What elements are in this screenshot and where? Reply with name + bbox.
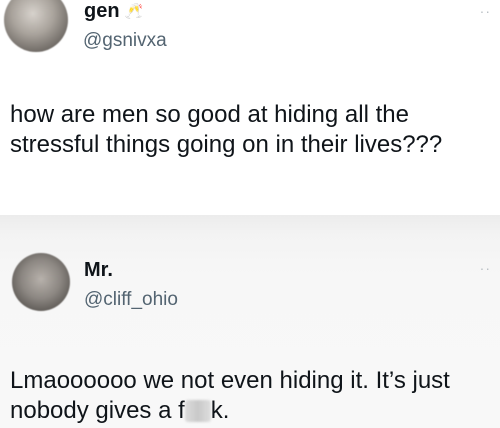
champagne-glasses-emoji-icon: 🥂 <box>124 3 144 20</box>
tweet-text: how are men so good at hiding all the st… <box>10 100 495 160</box>
user-handle[interactable]: @gsnivxa <box>83 30 167 52</box>
display-name[interactable]: gen 🥂 <box>84 0 143 23</box>
more-options-icon[interactable]: ·· <box>480 261 491 275</box>
user-handle[interactable]: @cliff_ohio <box>84 289 178 311</box>
user-avatar[interactable] <box>4 0 68 52</box>
tweet-text-line: how are men so good at hiding all the <box>10 101 409 128</box>
tweet-text-line: Lmaoooooo we not even hiding it. It’s ju… <box>10 367 450 394</box>
tweet-text-line: stressful things going on in their lives… <box>10 131 443 158</box>
display-name-text[interactable]: gen <box>84 0 120 22</box>
tweet-text-line: nobody gives a f k. <box>10 396 495 426</box>
tweet-reply[interactable]: Mr. @cliff_ohio ·· Lmaoooooo we not even… <box>0 215 500 428</box>
tweet-original[interactable]: gen 🥂 @gsnivxa ·· how are men so good at … <box>0 0 500 215</box>
tweet-text: Lmaoooooo we not even hiding it. It’s ju… <box>10 366 495 426</box>
tweet-text-segment: nobody gives a f <box>10 397 185 424</box>
tweet-text-segment: k. <box>210 397 230 424</box>
display-name[interactable]: Mr. <box>84 259 113 281</box>
censor-blur <box>184 400 211 422</box>
more-options-icon[interactable]: ·· <box>480 4 491 18</box>
user-avatar[interactable] <box>12 253 70 311</box>
